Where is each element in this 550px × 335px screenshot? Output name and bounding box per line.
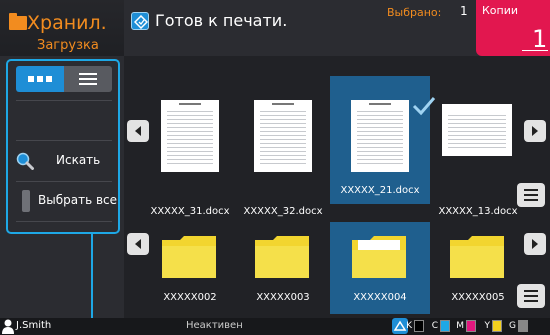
menu-icon <box>524 189 538 191</box>
storage-header[interactable]: Хранил. Загрузка <box>0 0 124 56</box>
file-item[interactable]: XXXXX_32.docx <box>233 76 333 217</box>
file-name: XXXXX_32.docx <box>243 206 323 217</box>
folder-item[interactable]: XXXXX002 <box>140 222 240 314</box>
ink-level-k: K <box>404 320 424 332</box>
files-next-button[interactable] <box>524 120 546 142</box>
file-browser: XXXXX_31.docx XXXXX_32.docx XXXXX_21.doc… <box>124 56 550 318</box>
open-folder-icon <box>352 236 406 278</box>
file-item[interactable]: XXXXX_31.docx <box>140 76 240 217</box>
copies-value: 1 <box>532 25 548 53</box>
storage-subtitle: Загрузка <box>37 38 99 53</box>
folder-icon <box>255 236 309 278</box>
status-title: Готов к печати. <box>155 11 288 30</box>
menu-icon <box>524 290 538 292</box>
folder-icon <box>162 236 216 278</box>
ink-level-g: G <box>508 320 528 332</box>
files-menu-button[interactable] <box>517 183 545 207</box>
file-thumbnail <box>442 104 512 156</box>
ready-status-icon <box>131 12 149 30</box>
copies-field[interactable]: Копии 1 <box>476 0 550 56</box>
folder-item-selected[interactable]: XXXXX004 <box>330 222 430 314</box>
file-name: XXXXX_21.docx <box>330 184 430 201</box>
file-name: XXXXX_13.docx <box>438 206 518 217</box>
folder-item[interactable]: XXXXX003 <box>233 222 333 314</box>
copies-label: Копии <box>482 4 519 17</box>
header: Готов к печати. Выбрано: 1 Копии 1 <box>124 0 550 56</box>
chevron-right-icon <box>532 239 538 249</box>
highlight-frame <box>6 59 120 234</box>
file-thumbnail <box>161 100 219 172</box>
folder-name: XXXXX004 <box>353 292 407 303</box>
file-thumbnail <box>254 100 312 172</box>
folder-icon <box>450 236 504 278</box>
file-thumbnail <box>351 100 409 172</box>
ink-level-y: Y <box>482 320 502 332</box>
storage-folder-icon <box>9 13 27 30</box>
folders-next-button[interactable] <box>524 233 546 255</box>
folder-name: XXXXX003 <box>256 292 310 303</box>
selected-count: 1 <box>460 4 468 18</box>
ink-level-c: C <box>430 320 450 332</box>
copies-underline <box>522 50 548 51</box>
file-name: XXXXX_31.docx <box>150 206 230 217</box>
machine-status: Неактивен <box>186 320 243 331</box>
folder-name: XXXXX005 <box>451 292 505 303</box>
folder-item[interactable]: XXXXX005 <box>428 222 528 314</box>
file-item[interactable]: XXXXX_13.docx <box>428 76 528 217</box>
selected-label: Выбрано: <box>387 6 442 19</box>
user-name: J.Smith <box>16 320 52 331</box>
storage-title: Хранил. <box>27 12 107 34</box>
user-icon <box>2 319 14 334</box>
folder-name: XXXXX002 <box>163 292 217 303</box>
chevron-right-icon <box>532 126 538 136</box>
folders-menu-button[interactable] <box>517 284 545 308</box>
ink-level-m: M <box>456 320 476 332</box>
status-bar: J.Smith Неактивен K C M Y G <box>0 318 550 335</box>
